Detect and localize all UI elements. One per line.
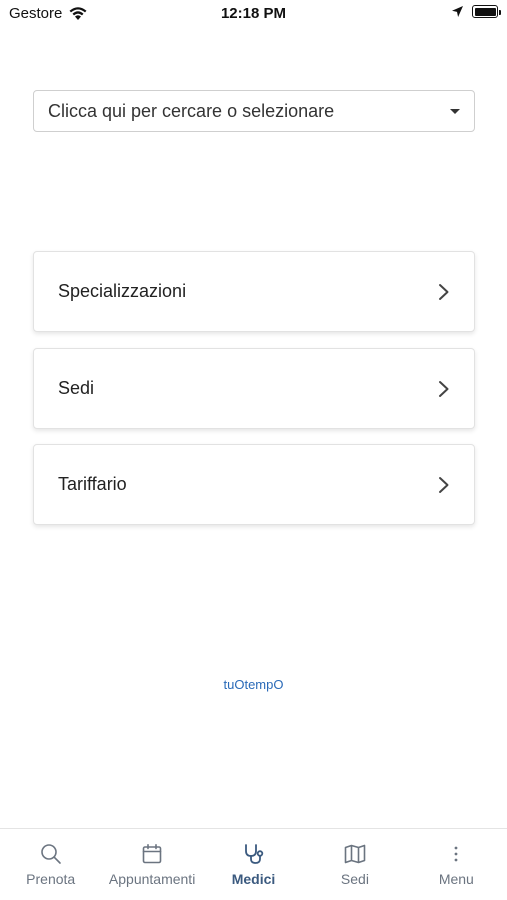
tab-prenota[interactable]: Prenota [0,829,101,900]
search-select-placeholder: Clicca qui per cercare o selezionare [48,100,335,121]
screen: Gestore 12:18 PM Clicca qui per cercare … [0,0,507,900]
calendar-icon [139,841,165,867]
tab-label: Medici [231,871,276,887]
status-right [451,5,501,18]
search-icon [38,841,64,867]
status-time: 12:18 PM [220,5,287,22]
menu-card-tariffario[interactable]: Tariffario [33,444,475,525]
stethoscope-icon [241,841,267,867]
chevron-right-icon [439,283,449,300]
tab-appuntamenti[interactable]: Appuntamenti [101,829,202,900]
menu-card-label: Tariffario [58,474,127,494]
menu-card-specializzazioni[interactable]: Specializzazioni [33,251,475,332]
tab-label: Appuntamenti [108,871,196,887]
tab-menu[interactable]: Menu [406,829,507,900]
location-arrow-icon [452,6,463,17]
tab-sedi[interactable]: Sedi [304,829,405,900]
caret-down-icon [450,108,460,114]
search-select[interactable]: Clicca qui per cercare o selezionare [33,90,475,132]
menu-card-label: Specializzazioni [58,281,187,301]
more-vertical-icon [443,841,469,867]
menu-card-label: Sedi [58,378,95,398]
tab-label: Prenota [26,871,76,887]
chevron-right-icon [439,380,449,397]
tab-label: Menu [438,871,474,887]
status-bar: Gestore 12:18 PM [0,0,507,28]
menu-card-sedi[interactable]: Sedi [33,348,475,429]
tab-label: Sedi [340,871,369,887]
tab-bar: Prenota Appuntamenti Medici Sedi Menu [0,828,507,900]
map-icon [342,841,368,867]
chevron-right-icon [439,476,449,493]
tab-medici[interactable]: Medici [203,829,304,900]
battery-icon [472,5,501,18]
brand-link[interactable]: tuOtempO [0,677,507,692]
